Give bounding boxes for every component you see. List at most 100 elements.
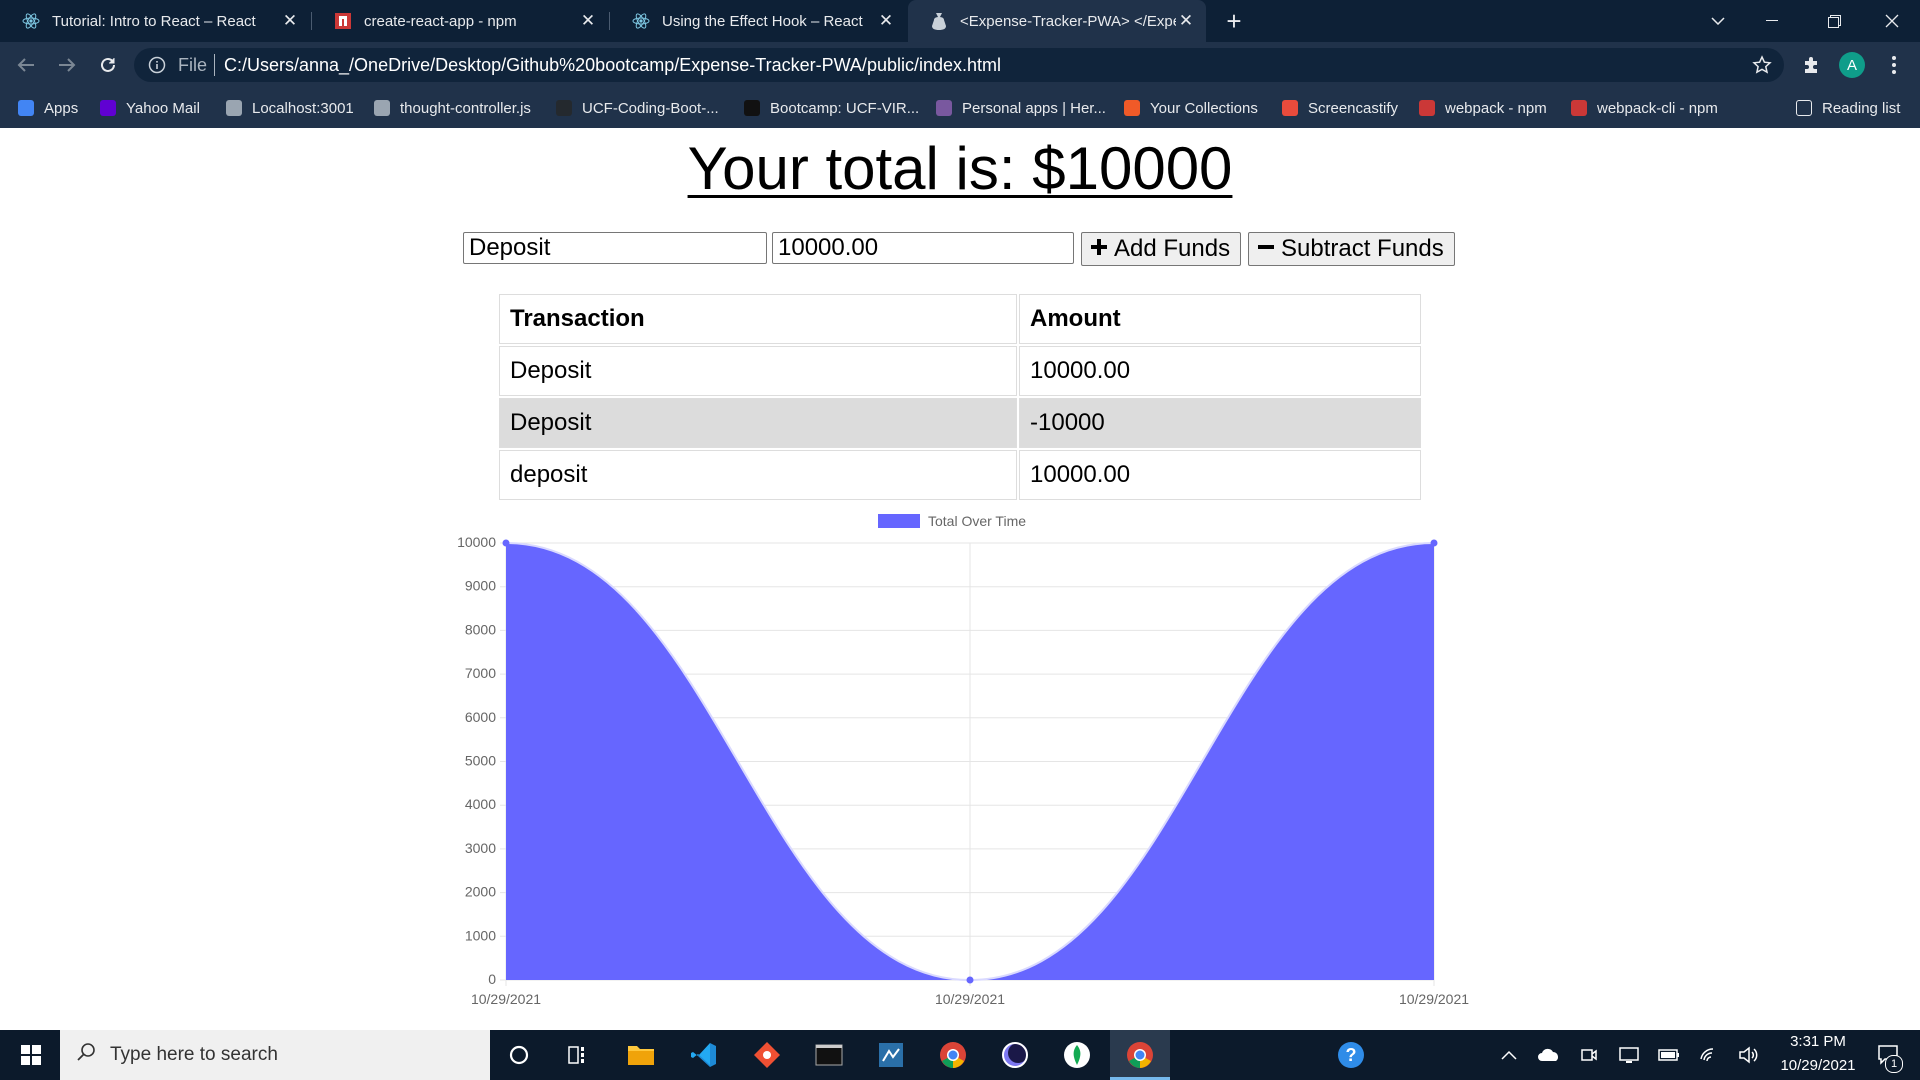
transaction-cell: Deposit bbox=[499, 398, 1017, 448]
address-bar[interactable]: File C:/Users/anna_/OneDrive/Desktop/Git… bbox=[134, 48, 1784, 82]
restore-button[interactable] bbox=[1806, 0, 1862, 42]
tab-expense-tracker[interactable]: <Expense-Tracker-PWA> </Expen ✕ bbox=[908, 0, 1206, 42]
taskbar-search-box[interactable]: Type here to search bbox=[60, 1030, 490, 1080]
column-header-amount: Amount bbox=[1019, 294, 1421, 344]
bookmark-favicon-icon bbox=[18, 100, 34, 116]
close-icon[interactable]: ✕ bbox=[876, 11, 896, 31]
bookmark-item[interactable]: Bootcamp: UCF-VIR... bbox=[744, 96, 919, 120]
npm-icon bbox=[334, 12, 352, 30]
bookmark-item[interactable]: thought-controller.js bbox=[374, 96, 531, 120]
bookmark-item[interactable]: Yahoo Mail bbox=[100, 96, 200, 120]
forward-button[interactable] bbox=[53, 51, 81, 79]
x-tick-label: 10/29/2021 bbox=[1399, 991, 1469, 1007]
react-icon bbox=[22, 12, 40, 30]
clock-time[interactable]: 3:31 PM bbox=[1770, 1033, 1866, 1050]
amount-cell: 10000.00 bbox=[1019, 346, 1421, 396]
close-icon[interactable]: ✕ bbox=[578, 11, 598, 31]
y-tick-label: 4000 bbox=[465, 796, 496, 812]
reading-list-button[interactable]: Reading list bbox=[1796, 96, 1900, 120]
extensions-puzzle-icon[interactable] bbox=[1798, 51, 1826, 79]
kebab-menu-icon[interactable] bbox=[1880, 51, 1908, 79]
windows-start-icon[interactable] bbox=[12, 1036, 50, 1074]
close-icon[interactable]: ✕ bbox=[1176, 11, 1196, 31]
legend-label: Total Over Time bbox=[928, 513, 1026, 529]
bookmark-item[interactable]: webpack - npm bbox=[1419, 96, 1547, 120]
chrome-icon[interactable] bbox=[934, 1036, 972, 1074]
mongodb-compass-icon[interactable] bbox=[1058, 1036, 1096, 1074]
reload-button[interactable] bbox=[94, 51, 122, 79]
file-explorer-icon[interactable] bbox=[622, 1036, 660, 1074]
total-heading: Your total is: $10000 bbox=[0, 134, 1920, 203]
minimize-button[interactable] bbox=[1744, 0, 1800, 42]
chevron-up-icon[interactable] bbox=[1490, 1036, 1528, 1074]
bookmark-item[interactable]: Personal apps | Her... bbox=[936, 96, 1106, 120]
notification-count-badge: 1 bbox=[1885, 1055, 1903, 1073]
bookmark-favicon-icon bbox=[556, 100, 572, 116]
bookmark-favicon-icon bbox=[744, 100, 760, 116]
bookmark-label: Your Collections bbox=[1150, 99, 1258, 117]
task-view-icon[interactable] bbox=[560, 1036, 598, 1074]
bookmark-favicon-icon bbox=[1419, 100, 1435, 116]
tab-react-tutorial[interactable]: Tutorial: Intro to React – React ✕ bbox=[0, 0, 310, 42]
bookmark-label: thought-controller.js bbox=[400, 99, 531, 117]
add-funds-label: Add Funds bbox=[1114, 235, 1231, 262]
bookmark-item[interactable]: webpack-cli - npm bbox=[1571, 96, 1718, 120]
battery-icon[interactable] bbox=[1650, 1036, 1688, 1074]
help-icon[interactable]: ? bbox=[1332, 1036, 1370, 1074]
meet-now-icon[interactable] bbox=[1570, 1036, 1608, 1074]
table-row: Deposit -10000 bbox=[499, 398, 1421, 448]
tab-search-chevron-icon[interactable] bbox=[1690, 0, 1746, 42]
tab-create-react-app[interactable]: create-react-app - npm ✕ bbox=[312, 0, 608, 42]
chrome-profile-icon[interactable] bbox=[1121, 1036, 1159, 1074]
clock-date[interactable]: 10/29/2021 bbox=[1770, 1057, 1866, 1074]
bookmark-item[interactable]: Localhost:3001 bbox=[226, 96, 354, 120]
mysql-workbench-icon[interactable] bbox=[872, 1036, 910, 1074]
terminal-icon[interactable] bbox=[810, 1036, 848, 1074]
bookmark-label: webpack - npm bbox=[1445, 99, 1547, 117]
add-funds-button[interactable]: Add Funds bbox=[1081, 232, 1241, 266]
bookmark-favicon-icon bbox=[1282, 100, 1298, 116]
close-icon[interactable]: ✕ bbox=[280, 11, 300, 31]
eclipse-icon[interactable] bbox=[996, 1036, 1034, 1074]
bookmark-favicon-icon bbox=[1124, 100, 1140, 116]
amount-cell: -10000 bbox=[1019, 398, 1421, 448]
vscode-icon[interactable] bbox=[685, 1036, 723, 1074]
search-icon bbox=[76, 1042, 96, 1068]
legend-swatch bbox=[878, 514, 920, 528]
bookmark-favicon-icon bbox=[226, 100, 242, 116]
svg-text:?: ? bbox=[1346, 1045, 1357, 1065]
info-icon[interactable] bbox=[148, 56, 166, 79]
display-icon[interactable] bbox=[1610, 1036, 1648, 1074]
onedrive-cloud-icon[interactable] bbox=[1530, 1036, 1568, 1074]
bookmark-item[interactable]: Screencastify bbox=[1282, 96, 1398, 120]
transaction-name-input[interactable]: Deposit bbox=[463, 232, 767, 264]
git-kraken-icon[interactable] bbox=[748, 1036, 786, 1074]
transaction-amount-input[interactable]: 10000.00 bbox=[772, 232, 1074, 264]
address-divider bbox=[214, 54, 215, 76]
tab-label: <Expense-Tracker-PWA> </Expen bbox=[960, 12, 1176, 30]
tab-effect-hook[interactable]: Using the Effect Hook – React ✕ bbox=[610, 0, 906, 42]
bookmark-item[interactable]: Your Collections bbox=[1124, 96, 1258, 120]
bookmark-item[interactable]: UCF-Coding-Boot-... bbox=[556, 96, 719, 120]
profile-avatar[interactable]: A bbox=[1839, 52, 1865, 78]
cortana-icon[interactable] bbox=[500, 1036, 538, 1074]
tab-label: Tutorial: Intro to React – React bbox=[52, 12, 256, 30]
amount-cell: 10000.00 bbox=[1019, 450, 1421, 500]
bookmark-item[interactable]: Apps bbox=[18, 96, 78, 120]
new-tab-button[interactable]: + bbox=[1206, 0, 1262, 42]
bookmark-label: Screencastify bbox=[1308, 99, 1399, 117]
url-text[interactable]: C:/Users/anna_/OneDrive/Desktop/Github%2… bbox=[224, 55, 1001, 76]
tab-label: create-react-app - npm bbox=[364, 12, 517, 30]
close-window-button[interactable] bbox=[1864, 0, 1920, 42]
wifi-icon[interactable] bbox=[1690, 1036, 1728, 1074]
data-point bbox=[966, 976, 974, 984]
subtract-funds-button[interactable]: Subtract Funds bbox=[1248, 232, 1455, 266]
bookmark-star-icon[interactable] bbox=[1748, 51, 1776, 79]
y-tick-label: 3000 bbox=[465, 840, 496, 856]
volume-icon[interactable] bbox=[1730, 1036, 1768, 1074]
y-tick-label: 9000 bbox=[465, 578, 496, 594]
bookmark-label: Yahoo Mail bbox=[126, 99, 200, 117]
bookmark-label: Personal apps | Her... bbox=[962, 99, 1106, 117]
back-button[interactable] bbox=[12, 51, 40, 79]
total-over-time-chart: 0 1000 2000 3000 4000 5000 6000 7000 8000 9000 100… bbox=[457, 513, 1469, 1007]
